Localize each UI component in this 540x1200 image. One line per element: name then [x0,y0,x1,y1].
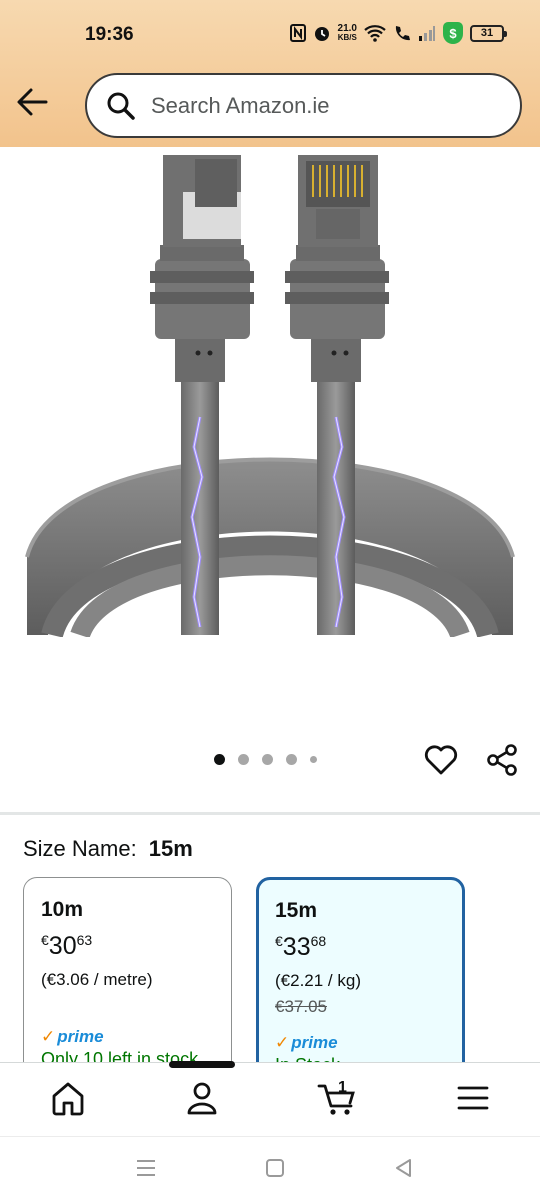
prime-badge: ✓ prime [275,1033,462,1053]
back-system-button[interactable] [391,1155,417,1181]
square-home-icon [266,1159,284,1177]
nfc-icon [289,24,306,42]
ethernet-cable-image [25,155,515,640]
back-button[interactable] [14,82,52,122]
prime-check-icon: ✓ [275,1033,290,1052]
speed-unit: KB/S [337,33,357,42]
home-icon [52,1082,84,1116]
size-name-row: Size Name: 15m [23,836,193,862]
cart-icon [317,1084,355,1115]
nav-home[interactable] [48,1078,88,1118]
nav-active-indicator [169,1061,235,1068]
heart-icon [424,745,458,775]
option-name: 15m [275,899,318,922]
menu-icon [457,1086,489,1110]
network-speed: 21.0 KB/S [337,24,357,43]
price-whole: 30 [48,932,77,960]
wifi-icon [364,24,386,42]
nav-cart[interactable] [317,1078,357,1118]
product-image[interactable] [0,147,540,640]
size-option-10m[interactable]: 10m €3063 (€3.06 / metre) ✓ prime Only 10… [23,877,232,1087]
wishlist-button[interactable] [423,742,459,778]
price-currency: € [41,932,49,948]
search-placeholder: Search Amazon.ie [151,92,330,118]
option-price: €3063 [41,932,231,961]
option-was-price: €37.05 [275,997,327,1016]
option-unit-price: (€2.21 / kg) [275,971,361,990]
home-system-button[interactable] [262,1155,288,1181]
battery-level: 31 [480,27,494,39]
recent-apps-icon [137,1160,155,1176]
size-label: Size Name: [23,836,137,861]
price-fraction: 63 [76,932,93,948]
share-button[interactable] [484,742,520,778]
carousel-dot[interactable] [310,756,317,763]
prime-check-icon: ✓ [41,1027,56,1046]
prime-badge: ✓ prime [41,1027,231,1047]
carousel-dot[interactable] [286,754,297,765]
carousel-dot[interactable] [214,754,225,765]
carousel-dot[interactable] [238,754,249,765]
nav-account[interactable] [182,1078,222,1118]
signal-icon [418,25,436,41]
image-carousel-dots[interactable] [214,754,317,765]
status-time: 19:36 [85,24,134,45]
battery-icon: 31 [470,24,507,42]
shield-icon: $ [443,22,463,44]
status-icons: 21.0 KB/S $ 31 [289,22,507,44]
search-icon [107,92,135,120]
account-icon [187,1082,217,1115]
status-bar: 19:36 21.0 KB/S $ 31 [0,0,540,72]
cart-count: 1 [338,1079,347,1096]
call-icon [393,24,411,42]
carousel-dot[interactable] [262,754,273,765]
price-whole: 33 [282,933,311,961]
price-currency: € [275,933,283,949]
option-unit-price: (€3.06 / metre) [41,970,153,989]
share-icon [487,744,517,776]
size-selected-value: 15m [148,836,193,861]
back-triangle-icon [396,1159,411,1177]
back-arrow-icon [17,88,48,116]
alarm-icon [313,24,331,42]
nav-menu[interactable] [453,1078,493,1118]
prime-label: prime [291,1033,338,1052]
recent-apps-button[interactable] [133,1155,159,1181]
prime-label: prime [57,1027,104,1046]
option-name: 10m [41,898,84,921]
section-divider [0,812,540,815]
size-option-15m[interactable]: 15m €3368 (€2.21 / kg) €37.05 ✓prime In … [256,877,465,1087]
option-price: €3368 [275,933,462,962]
search-input[interactable]: Search Amazon.ie [85,73,522,138]
price-fraction: 68 [310,933,327,949]
